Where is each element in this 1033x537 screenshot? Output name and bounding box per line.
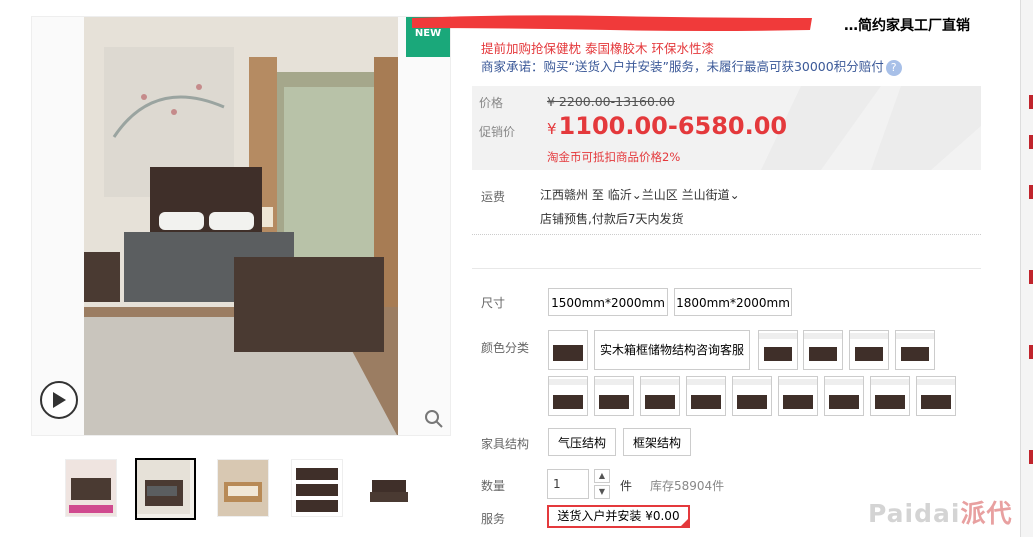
play-icon[interactable] bbox=[40, 381, 78, 419]
quantity-decrease-button[interactable]: ▼ bbox=[594, 485, 610, 499]
promo-price-label: 促销价 bbox=[479, 125, 516, 139]
color-swatch-5[interactable] bbox=[895, 330, 935, 370]
color-swatch-10[interactable] bbox=[732, 376, 772, 416]
thumbnail-strip bbox=[63, 458, 423, 520]
color-swatch-13[interactable] bbox=[870, 376, 910, 416]
price-panel-pattern bbox=[761, 86, 981, 170]
zoom-icon[interactable] bbox=[424, 409, 444, 429]
dest-district-select[interactable]: 兰山区 bbox=[642, 188, 678, 202]
color-swatch-11[interactable] bbox=[778, 376, 818, 416]
promo-price-value: 1100.00-6580.00 bbox=[558, 112, 788, 140]
original-price: ¥ 2200.00-13160.00 bbox=[547, 94, 675, 109]
watermark-accent: 派代 bbox=[960, 499, 1013, 528]
dest-district: 兰山区 bbox=[641, 188, 678, 202]
quantity-unit: 件 bbox=[620, 479, 633, 493]
thumbnail-4[interactable] bbox=[291, 459, 343, 517]
color-swatch-14[interactable] bbox=[916, 376, 956, 416]
merchant-promise[interactable]: 商家承诺：购买“送货入户并安装”服务，未履行最高可获30000积分赔付? bbox=[481, 56, 902, 76]
side-marker bbox=[1029, 185, 1033, 199]
structure-label: 家具结构 bbox=[481, 437, 530, 451]
color-swatch-6[interactable] bbox=[548, 376, 588, 416]
size-option-1500[interactable]: 1500mm*2000mm bbox=[548, 288, 668, 316]
side-marker bbox=[1029, 450, 1033, 464]
color-swatch-12[interactable] bbox=[824, 376, 864, 416]
color-swatch-2[interactable] bbox=[758, 330, 798, 370]
chevron-down-icon: ⌄ bbox=[729, 188, 740, 202]
divider bbox=[472, 268, 981, 269]
bed-photo-illustration bbox=[84, 17, 398, 435]
color-swatch-8[interactable] bbox=[640, 376, 680, 416]
shipping-note: 店铺预售,付款后7天内发货 bbox=[540, 212, 684, 226]
shipping-route: 江西赣州 至 临沂⌄兰山区 兰山街道⌄ bbox=[540, 186, 740, 203]
help-icon[interactable]: ? bbox=[885, 59, 902, 76]
dest-city-select[interactable]: 临沂⌄ bbox=[608, 188, 642, 202]
price-label: 价格 bbox=[479, 96, 504, 110]
stock-count: 库存58904件 bbox=[650, 479, 725, 493]
shipping-label: 运费 bbox=[481, 190, 506, 204]
color-swatch-4[interactable] bbox=[849, 330, 889, 370]
redaction-scribble bbox=[412, 15, 812, 31]
color-label: 颜色分类 bbox=[481, 341, 530, 355]
product-subtitle: 提前加购抢保健枕 泰国橡胶木 环保水性漆 bbox=[481, 41, 714, 56]
watermark-main: Paidai bbox=[868, 499, 961, 528]
currency-symbol: ¥ bbox=[547, 120, 557, 138]
structure-option-frame[interactable]: 框架结构 bbox=[623, 428, 691, 456]
price-panel: 价格 ¥ 2200.00-13160.00 促销价 ¥1100.00-6580.… bbox=[472, 86, 981, 170]
divider bbox=[472, 234, 981, 235]
dest-street-select[interactable]: 兰山街道⌄ bbox=[682, 188, 740, 202]
merchant-promise-text: 商家承诺：购买“送货入户并安装”服务，未履行最高可获30000积分赔付 bbox=[481, 59, 884, 74]
watermark: Paidai派代 bbox=[868, 494, 1012, 530]
structure-option-gas[interactable]: 气压结构 bbox=[548, 428, 616, 456]
size-option-1800[interactable]: 1800mm*2000mm bbox=[674, 288, 792, 316]
service-option-install[interactable]: 送货入户并安装 ¥0.00 bbox=[547, 505, 690, 528]
dest-street: 兰山街道 bbox=[681, 188, 730, 202]
side-marker bbox=[1029, 135, 1033, 149]
thumbnail-1[interactable] bbox=[65, 459, 117, 517]
color-swatch-9[interactable] bbox=[686, 376, 726, 416]
product-gallery: NEW bbox=[31, 16, 451, 436]
coin-note: 淘金币可抵扣商品价格2% bbox=[547, 150, 681, 164]
side-marker bbox=[1029, 95, 1033, 109]
thumbnail-5[interactable] bbox=[363, 459, 415, 517]
quantity-increase-button[interactable]: ▲ bbox=[594, 469, 610, 483]
service-option-text: 送货入户并安装 ¥0.00 bbox=[557, 509, 680, 523]
side-marker bbox=[1029, 345, 1033, 359]
color-swatch-1[interactable] bbox=[548, 330, 588, 370]
side-marker bbox=[1029, 270, 1033, 284]
selected-check-icon bbox=[680, 518, 689, 527]
thumbnail-2[interactable] bbox=[135, 458, 196, 520]
color-option-text[interactable]: 实木箱框储物结构咨询客服 bbox=[594, 330, 750, 370]
chevron-down-icon: ⌄ bbox=[631, 188, 642, 202]
thumbnail-3[interactable] bbox=[217, 459, 269, 517]
dest-city: 临沂 bbox=[607, 188, 632, 202]
color-swatch-3[interactable] bbox=[803, 330, 843, 370]
product-title-text: …简约家具工厂直销 bbox=[844, 18, 970, 34]
main-product-photo[interactable] bbox=[84, 17, 398, 435]
promo-price: ¥1100.00-6580.00 bbox=[547, 112, 787, 140]
color-swatch-7[interactable] bbox=[594, 376, 634, 416]
ship-from: 江西赣州 bbox=[540, 188, 589, 202]
service-label: 服务 bbox=[481, 512, 506, 526]
quantity-label: 数量 bbox=[481, 479, 506, 493]
size-label: 尺寸 bbox=[481, 296, 506, 310]
product-title: …简约家具工厂直销 bbox=[410, 10, 970, 36]
ship-to-word: 至 bbox=[591, 188, 604, 202]
quantity-input[interactable]: 1 bbox=[547, 469, 589, 499]
